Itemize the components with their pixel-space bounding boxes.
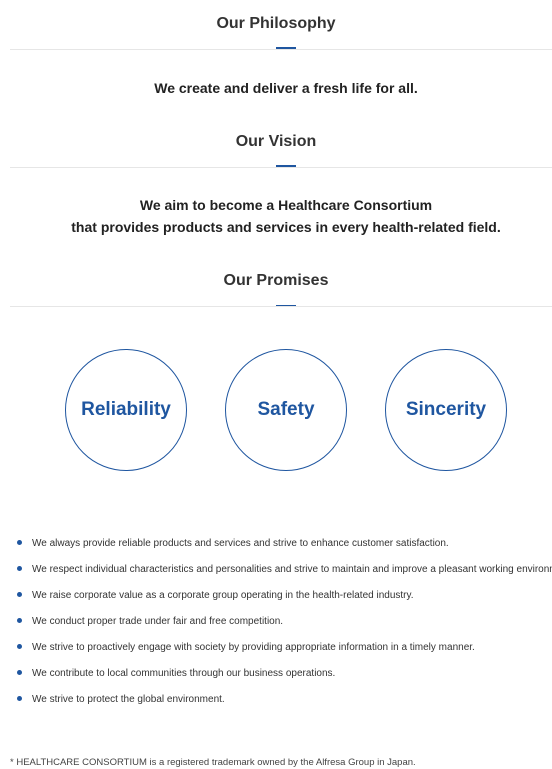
- sincerity-circle: Sincerity: [385, 349, 507, 471]
- trademark-footnote: * HEALTHCARE CONSORTIUM is a registered …: [10, 757, 416, 768]
- list-item: We strive to proactively engage with soc…: [16, 638, 552, 657]
- vision-title: Our Vision: [235, 133, 317, 150]
- bullet-dot-icon: [17, 644, 22, 649]
- vision-divider: [10, 167, 552, 168]
- philosophy-divider: [10, 49, 552, 50]
- philosophy-statement: We create and deliver a fresh life for a…: [154, 80, 418, 96]
- reliability-label: Reliability: [81, 399, 171, 420]
- safety-label: Safety: [257, 399, 315, 420]
- bullet-dot-icon: [17, 592, 22, 597]
- list-item: We strive to protect the global environm…: [16, 690, 552, 709]
- promises-list: We always provide reliable products and …: [16, 534, 552, 716]
- bullet-dot-icon: [17, 618, 22, 623]
- promises-title: Our Promises: [223, 272, 329, 289]
- bullet-dot-icon: [17, 566, 22, 571]
- list-item: We contribute to local communities throu…: [16, 664, 552, 683]
- sincerity-label: Sincerity: [405, 399, 487, 420]
- list-item: We respect individual characteristics an…: [16, 560, 552, 579]
- bullet-dot-icon: [17, 540, 22, 545]
- philosophy-title: Our Philosophy: [216, 15, 336, 32]
- bullet-dot-icon: [17, 696, 22, 701]
- list-item: We always provide reliable products and …: [16, 534, 552, 553]
- vision-statement-line1: We aim to become a Healthcare Consortium: [139, 197, 433, 213]
- safety-circle: Safety: [225, 349, 347, 471]
- promises-divider: [10, 306, 552, 307]
- list-item: We raise corporate value as a corporate …: [16, 586, 552, 605]
- reliability-circle: Reliability: [65, 349, 187, 471]
- bullet-dot-icon: [17, 670, 22, 675]
- vision-statement-line2: that provides products and services in e…: [71, 219, 501, 235]
- list-item: We conduct proper trade under fair and f…: [16, 612, 552, 631]
